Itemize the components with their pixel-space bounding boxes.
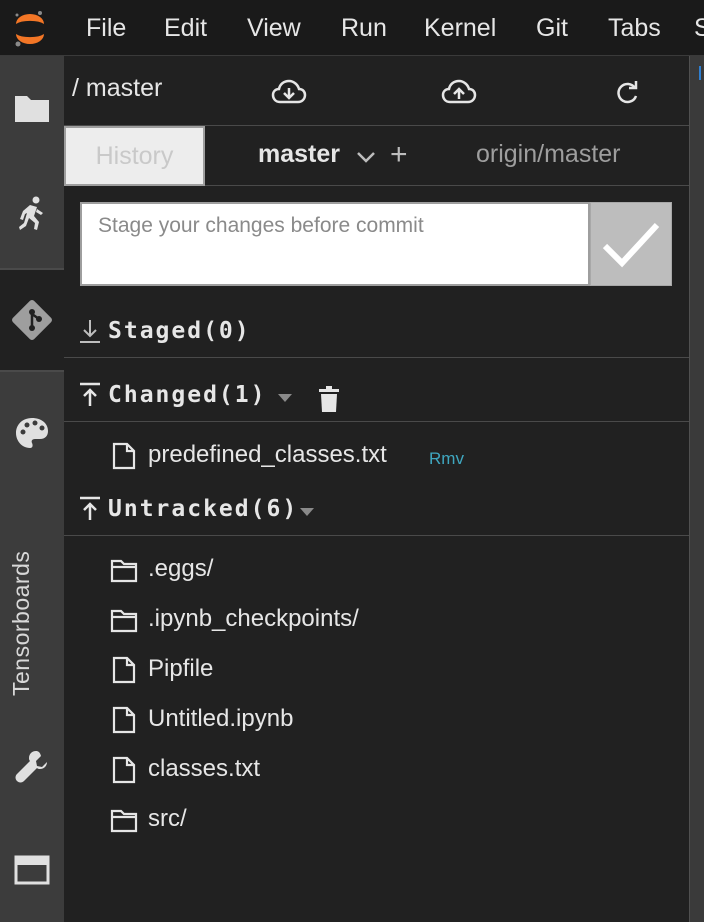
git-panel: / master History master + origin/master (64, 56, 689, 922)
upload-icon (80, 496, 100, 520)
caret-down-icon[interactable] (278, 394, 292, 402)
untracked-title: Untracked(6) (108, 496, 299, 522)
menu-edit[interactable]: Edit (164, 13, 207, 43)
menu-kernel[interactable]: Kernel (424, 13, 496, 43)
wrench-icon (15, 751, 47, 783)
staged-section-header[interactable]: Staged(0) (64, 308, 689, 358)
theme-tab[interactable] (0, 400, 64, 466)
tensorboards-tab[interactable]: Tensorboards (8, 551, 35, 696)
repo-path[interactable]: / master (72, 74, 162, 103)
menu-view[interactable]: View (247, 13, 301, 43)
untracked-section-header[interactable]: Untracked(6) (64, 486, 689, 536)
untracked-file-row[interactable]: Pipfile (64, 646, 689, 694)
commit-message-input[interactable] (82, 204, 588, 284)
new-branch-button[interactable]: + (390, 140, 408, 170)
file-name: Pipfile (148, 655, 214, 682)
tabs-tab[interactable] (0, 838, 64, 902)
scroll-indicator (699, 66, 701, 80)
running-icon (19, 196, 43, 230)
main-area-edge (689, 56, 704, 922)
caret-down-icon[interactable] (300, 508, 314, 516)
file-icon (112, 656, 136, 684)
checkmark-icon (602, 222, 660, 268)
changed-file-row[interactable]: predefined_classes.txt Rmv (64, 432, 689, 480)
file-name: src/ (148, 805, 187, 832)
folder-outline-icon (110, 609, 138, 633)
branch-bar: History master + origin/master (64, 126, 689, 186)
file-status-badge: Rmv (429, 449, 464, 468)
file-name: .eggs/ (148, 555, 214, 582)
file-icon (112, 706, 136, 734)
git-icon (12, 300, 52, 340)
file-name: predefined_classes.txt (148, 441, 387, 468)
menu-tabs[interactable]: Tabs (608, 13, 661, 43)
staged-title: Staged(0) (108, 318, 251, 344)
palette-icon (16, 418, 48, 448)
menu-run[interactable]: Run (341, 13, 387, 43)
activity-bar: Tensorboards (0, 56, 64, 922)
changed-title: Changed(1) (108, 382, 267, 408)
upload-icon (80, 382, 100, 406)
folder-outline-icon (110, 809, 138, 833)
file-icon (112, 442, 136, 470)
current-branch[interactable]: master (258, 140, 340, 169)
refresh-icon[interactable] (612, 78, 642, 108)
git-toolbar: / master (64, 56, 689, 126)
discard-all-icon[interactable] (318, 386, 340, 412)
push-icon[interactable] (441, 78, 477, 108)
jupyter-logo[interactable] (10, 8, 50, 48)
file-name: classes.txt (148, 755, 261, 782)
menu-git[interactable]: Git (536, 13, 568, 43)
running-tab[interactable] (0, 178, 64, 250)
menu-bar: File Edit View Run Kernel Git Tabs S (0, 0, 704, 56)
folder-outline-icon (110, 559, 138, 583)
untracked-file-row[interactable]: src/ (64, 796, 689, 844)
commit-button[interactable] (590, 202, 672, 286)
untracked-file-row[interactable]: .ipynb_checkpoints/ (64, 596, 689, 644)
changed-section-header[interactable]: Changed(1) (64, 372, 689, 422)
untracked-file-row[interactable]: .eggs/ (64, 546, 689, 594)
menu-settings[interactable]: S (694, 13, 704, 43)
download-icon (80, 320, 100, 343)
chevron-down-icon[interactable] (356, 150, 376, 164)
untracked-file-row[interactable]: classes.txt (64, 746, 689, 794)
menu-file[interactable]: File (86, 13, 126, 43)
git-tab[interactable] (0, 268, 64, 372)
tab-icon (14, 855, 50, 885)
untracked-file-row[interactable]: Untitled.ipynb (64, 696, 689, 744)
history-tab[interactable]: History (64, 126, 205, 186)
pull-icon[interactable] (271, 78, 307, 108)
file-icon (112, 756, 136, 784)
remote-branch: origin/master (476, 140, 621, 168)
commit-message-box (80, 202, 590, 286)
file-name: Untitled.ipynb (148, 705, 294, 732)
file-name: .ipynb_checkpoints/ (148, 605, 359, 632)
file-browser-tab[interactable] (0, 74, 64, 142)
property-inspector-tab[interactable] (0, 734, 64, 798)
folder-icon (15, 96, 49, 122)
